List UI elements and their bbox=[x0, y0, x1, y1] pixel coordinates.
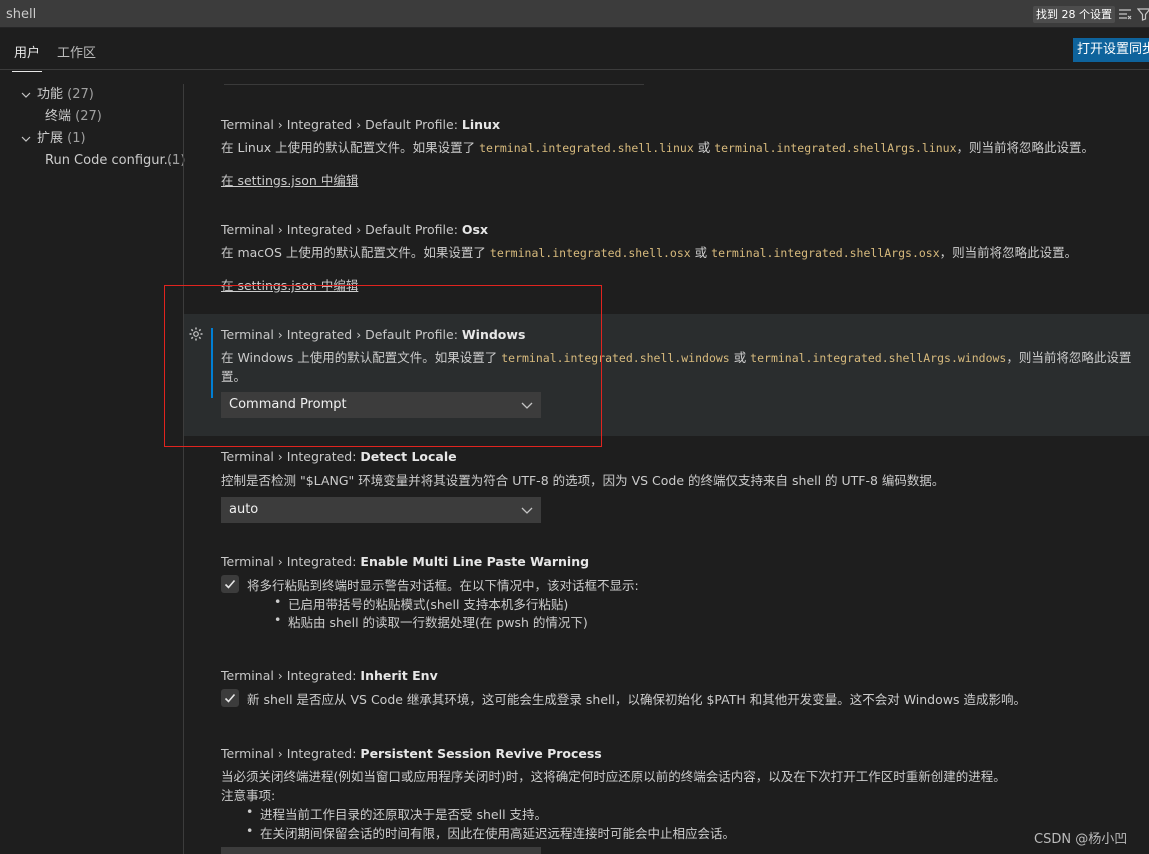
toc-item-features[interactable]: 功能 (27) bbox=[0, 84, 184, 106]
setting-description: 控制是否检测 "$LANG" 环境变量并将其设置为符合 UTF-8 的选项，因为… bbox=[221, 473, 945, 488]
settings-search-input[interactable] bbox=[6, 3, 1006, 25]
toc-item-terminal[interactable]: 终端 (27) bbox=[0, 106, 184, 128]
watermark: CSDN @杨小凹 bbox=[1034, 832, 1128, 847]
settings-list: Terminal › Integrated › Default Profile:… bbox=[184, 70, 1149, 854]
edit-in-settings-json-link[interactable]: 在 settings.json 中编辑 bbox=[221, 275, 358, 294]
toc-item-run-code[interactable]: Run Code configur... (1) bbox=[0, 150, 185, 172]
filter-icon[interactable] bbox=[1137, 7, 1149, 21]
setting-description: 将多行粘贴到终端时显示警告对话框。在以下情况中，该对话框不显示: bbox=[247, 578, 639, 593]
setting-description: 当必须关闭终端进程(例如当窗口或应用程序关闭时)时，这将确定何时应还原以前的终端… bbox=[221, 769, 1006, 784]
setting-default-profile-linux: Terminal › Integrated › Default Profile:… bbox=[184, 104, 1149, 204]
setting-default-profile-windows: Terminal › Integrated › Default Profile:… bbox=[184, 314, 1149, 436]
bullet-item: 已启用带括号的粘贴模式(shell 支持本机多行粘贴) bbox=[274, 594, 568, 613]
check-icon bbox=[224, 693, 236, 703]
setting-inherit-env: Terminal › Integrated: Inherit Env 新 she… bbox=[184, 655, 1149, 730]
open-settings-sync-button[interactable]: 打开设置同步 bbox=[1073, 38, 1149, 62]
toc-item-count: (27) bbox=[75, 109, 102, 124]
settings-toc: 功能 (27) 终端 (27) 扩展 (1) Run Code configur… bbox=[0, 84, 185, 172]
setting-description: 新 shell 是否应从 VS Code 继承其环境，这可能会生成登录 shel… bbox=[247, 692, 1026, 707]
settings-search-bar: 找到 28 个设置 bbox=[0, 0, 1149, 28]
toc-item-extensions[interactable]: 扩展 (1) bbox=[0, 128, 184, 150]
toc-item-label: 扩展 bbox=[37, 131, 64, 146]
setting-persistent-session-revive: Terminal › Integrated: Persistent Sessio… bbox=[184, 733, 1149, 854]
bullet-item: 进程当前工作目录的还原取决于是否受 shell 支持。 bbox=[246, 804, 547, 823]
chevron-down-icon bbox=[21, 136, 31, 142]
setting-description: 在 macOS 上使用的默认配置文件。如果设置了 terminal.integr… bbox=[221, 245, 1078, 260]
select-value: Command Prompt bbox=[229, 397, 347, 412]
multi-line-paste-checkbox[interactable] bbox=[221, 575, 239, 593]
setting-title: Terminal › Integrated › Default Profile:… bbox=[221, 327, 526, 342]
setting-title: Terminal › Integrated: Detect Locale bbox=[221, 449, 457, 464]
default-profile-windows-select[interactable]: Command Prompt bbox=[221, 392, 541, 418]
detect-locale-select[interactable]: auto bbox=[221, 497, 541, 523]
setting-title: Terminal › Integrated: Enable Multi Line… bbox=[221, 554, 590, 569]
chevron-down-icon bbox=[21, 92, 31, 98]
clear-filter-icon[interactable] bbox=[1118, 7, 1132, 21]
inherit-env-checkbox[interactable] bbox=[221, 689, 239, 707]
setting-description: 在 Windows 上使用的默认配置文件。如果设置了 terminal.inte… bbox=[221, 350, 1132, 365]
setting-title: Terminal › Integrated: Persistent Sessio… bbox=[221, 746, 602, 761]
toc-item-label: 终端 bbox=[45, 109, 72, 124]
setting-note: 注意事项: bbox=[221, 788, 276, 803]
focus-indicator bbox=[211, 328, 213, 398]
persistent-session-select[interactable] bbox=[221, 847, 541, 854]
tab-user[interactable]: 用户 bbox=[12, 42, 43, 72]
search-result-count: 找到 28 个设置 bbox=[1033, 6, 1115, 23]
toc-item-label: 功能 bbox=[37, 87, 64, 102]
bullet-item: 在关闭期间保留会话的时间有限，因此在使用高延迟远程连接时可能会中止相应会话。 bbox=[246, 823, 735, 842]
edit-in-settings-json-link[interactable]: 在 settings.json 中编辑 bbox=[221, 170, 358, 189]
setting-title: Terminal › Integrated: Inherit Env bbox=[221, 668, 438, 683]
chevron-down-icon bbox=[521, 507, 533, 514]
settings-editor: 找到 28 个设置 用户 工作区 打开设置同步 功能 (27) 终端 (27) … bbox=[0, 0, 1149, 854]
setting-title: Terminal › Integrated › Default Profile:… bbox=[221, 117, 501, 132]
setting-description-wrap: 置。 bbox=[221, 369, 247, 384]
toc-item-count: (1) bbox=[67, 131, 86, 146]
bullet-item: 粘贴由 shell 的读取一行数据处理(在 pwsh 的情况下) bbox=[274, 612, 588, 631]
chevron-down-icon bbox=[521, 402, 533, 409]
setting-detect-locale: Terminal › Integrated: Detect Locale 控制是… bbox=[184, 436, 1149, 536]
tab-workspace[interactable]: 工作区 bbox=[55, 42, 98, 71]
gear-icon[interactable] bbox=[188, 326, 204, 342]
toc-item-label: Run Code configur... bbox=[45, 153, 177, 168]
toc-item-count: (27) bbox=[67, 87, 94, 102]
setting-description: 在 Linux 上使用的默认配置文件。如果设置了 terminal.integr… bbox=[221, 140, 1095, 155]
setting-title: Terminal › Integrated › Default Profile:… bbox=[221, 222, 489, 237]
setting-default-profile-osx: Terminal › Integrated › Default Profile:… bbox=[184, 209, 1149, 309]
settings-scope-tabs: 用户 工作区 打开设置同步 bbox=[0, 28, 1149, 72]
select-value: auto bbox=[229, 502, 259, 517]
setting-multi-line-paste-warning: Terminal › Integrated: Enable Multi Line… bbox=[184, 541, 1149, 651]
check-icon bbox=[224, 579, 236, 589]
